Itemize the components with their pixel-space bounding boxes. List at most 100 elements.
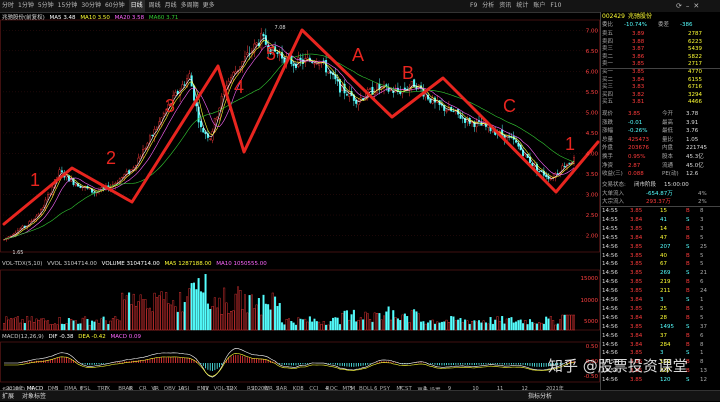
news-button[interactable]: 资讯 xyxy=(499,0,511,12)
tab-1min[interactable]: 1分钟 xyxy=(18,0,34,12)
volume-bar xyxy=(366,313,369,331)
volume-bar xyxy=(373,312,376,331)
tick-count: 8 xyxy=(700,208,704,214)
candle-body xyxy=(292,64,295,66)
macd-legend: MACD(12,26,9) DIF -0.38 DEA -0.42 MACD 0… xyxy=(2,334,141,340)
volume-legend: VOL-TDX(5,10) VVOL 3104714.00 VOLUME 310… xyxy=(2,261,267,267)
refresh-icon[interactable]: ⟳ xyxy=(676,0,682,12)
flow-value: 293.37万 xyxy=(646,199,671,205)
stat-label: 股本 xyxy=(662,154,674,160)
expand-tab[interactable]: 扩展 xyxy=(2,392,14,402)
tab-daily[interactable]: 日线 xyxy=(128,0,145,12)
ticks-divider xyxy=(600,206,720,207)
analysis-button[interactable]: 分析 xyxy=(482,0,494,12)
tab-weekly[interactable]: 周线 xyxy=(149,0,161,12)
volume-bar xyxy=(114,316,117,331)
volume-bar xyxy=(30,316,33,331)
object-tags-tab[interactable]: 对象标签 xyxy=(22,392,46,402)
account-button[interactable]: 账户 xyxy=(533,0,545,12)
vvol-value: 3104714.00 xyxy=(63,261,97,267)
volume-bar xyxy=(172,300,175,331)
volume-bar xyxy=(232,310,235,331)
stat-row: 总量 425473 量比 1.05 xyxy=(602,136,720,144)
tab-more[interactable]: 更多 xyxy=(203,0,215,12)
tick-row: 14:56 3.85 40 B 5 xyxy=(602,253,720,261)
volume-bar xyxy=(450,316,453,331)
volume-bar xyxy=(510,317,513,331)
volume-bar xyxy=(570,314,573,331)
tick-side-b: B xyxy=(686,279,690,286)
volume-bar xyxy=(26,316,29,331)
tab-fenshi[interactable]: 分时 xyxy=(2,0,14,12)
volume-bar xyxy=(281,322,284,331)
volume-bar xyxy=(197,278,200,331)
volume-bar xyxy=(271,292,274,331)
volume-bar xyxy=(322,321,325,331)
tick-time: 14:55 xyxy=(602,225,618,232)
volume-bar xyxy=(72,320,75,331)
ma10-label: MA10 xyxy=(80,15,96,21)
volume-bar xyxy=(225,302,228,331)
close-icon[interactable]: ✕ xyxy=(693,0,699,12)
stat-value: 3.78 xyxy=(686,111,699,117)
tick-price: 3.85 xyxy=(630,252,643,259)
candle-body xyxy=(445,110,448,112)
tab-60min[interactable]: 60分钟 xyxy=(105,0,125,12)
tick-price: 3.85 xyxy=(630,305,643,312)
volume-bar xyxy=(376,313,379,331)
tab-5min[interactable]: 5分钟 xyxy=(38,0,54,12)
tick-time: 14:56 xyxy=(602,288,618,295)
chart-area[interactable]: 7.08 1.65 7.00 6.50 6.00 5.50 5.00 4.50 4.00 3.5… xyxy=(0,12,600,394)
volume-bar xyxy=(158,295,161,331)
stock-code: 002429 xyxy=(602,13,625,20)
tick-time: 14:56 xyxy=(602,243,618,250)
tick-count: 3 xyxy=(700,216,704,223)
f10-button[interactable]: F10 xyxy=(550,0,561,12)
volume-bar xyxy=(491,323,494,331)
stat-label: 净资 xyxy=(602,162,614,169)
tick-row: 14:56 3.84 28 B 5 xyxy=(602,315,720,323)
volume-bar xyxy=(413,309,416,331)
f9-button[interactable]: F9 xyxy=(470,0,477,12)
tick-volume: 1495 xyxy=(660,323,674,330)
tab-multi-period[interactable]: 多周期 xyxy=(181,0,199,12)
tool-buttons: F9 分析 资讯 统计 账户 F10 xyxy=(470,0,561,12)
tick-price: 3.85 xyxy=(630,261,643,268)
volume-bar xyxy=(459,318,462,331)
tab-15min[interactable]: 15分钟 xyxy=(58,0,78,12)
volume-bar xyxy=(195,289,198,331)
flow-label: 大单流入 xyxy=(602,191,625,197)
bottom-bar: 扩展 对象标签 指标分析 xyxy=(0,390,720,401)
candle-body xyxy=(452,110,455,112)
tick-row: 14:56 3.84 284 B 8 xyxy=(602,342,720,350)
indicator-analysis-button[interactable]: 指标分析 xyxy=(528,392,552,402)
candle-body xyxy=(47,194,50,200)
price-tick-label: 2.50 xyxy=(586,213,599,219)
minimize-icon[interactable]: – xyxy=(686,0,690,12)
volume-bar xyxy=(392,310,395,331)
volume-bar xyxy=(288,318,291,331)
dea-label: DEA xyxy=(78,334,90,340)
volume-bar xyxy=(206,303,209,331)
stats-button[interactable]: 统计 xyxy=(516,0,528,12)
tab-monthly[interactable]: 月线 xyxy=(165,0,177,12)
volume-bar xyxy=(139,294,142,331)
tick-row: 14:56 3.85 67 B 5 xyxy=(602,261,720,269)
stat-value: 3.76 xyxy=(686,128,699,135)
tab-30min[interactable]: 30分钟 xyxy=(81,0,101,12)
volume-bar xyxy=(301,319,304,331)
volume-bar xyxy=(155,297,158,331)
volume-bar xyxy=(306,321,309,331)
flow-row: 大宗流入 293.37万 2% xyxy=(602,198,720,206)
candle-body xyxy=(429,98,432,103)
tick-side-b: B xyxy=(686,288,690,295)
volume-label: VOLUME xyxy=(101,261,125,267)
tick-side-s: S xyxy=(686,323,690,330)
dif-label: DIF xyxy=(48,334,58,340)
volume-bar xyxy=(480,322,483,331)
volume-bar xyxy=(341,312,344,331)
volume-bar xyxy=(352,309,355,331)
volume-bar xyxy=(181,311,184,331)
main-legend: 兆驰股份(前复权) MA5 3.48 MA10 3.50 MA20 3.58 M… xyxy=(2,13,178,21)
tick-row: 14:56 3.85 1495 S 37 xyxy=(602,324,720,332)
